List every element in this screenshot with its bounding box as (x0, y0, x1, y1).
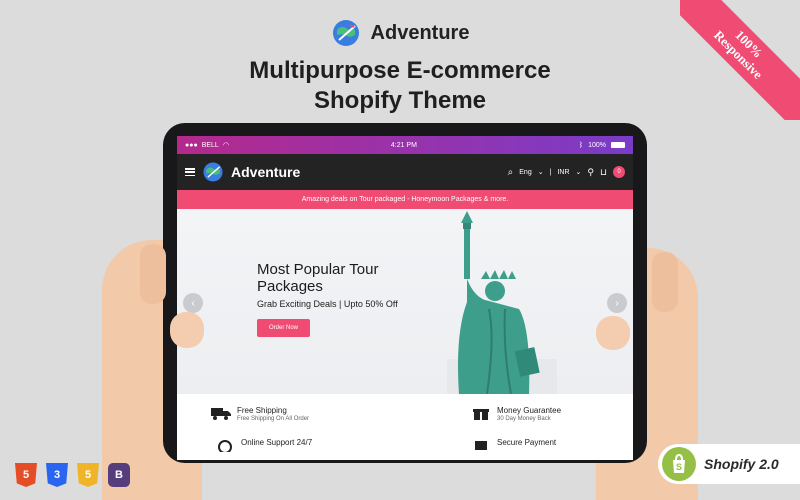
feature-subtitle: Free Shipping On All Order (237, 416, 310, 422)
signal-icon: ●●● (185, 141, 198, 149)
search-icon[interactable]: ⌕ (508, 167, 514, 178)
carousel-prev-button[interactable]: ‹ (183, 293, 203, 313)
carrier-label: BELL (201, 141, 219, 149)
ribbon-text: 100% Responsive (680, 0, 800, 120)
language-select[interactable]: Eng (519, 169, 531, 176)
globe-logo-icon (332, 20, 359, 46)
divider: | (549, 168, 552, 176)
status-bar: ●●● BELL ◠ 4:21 PM ᛒ 100% (177, 136, 633, 154)
truck-icon (211, 408, 231, 420)
tablet-device: ●●● BELL ◠ 4:21 PM ᛒ 100% Adventure ⌕ En… (163, 123, 647, 463)
html5-icon: 5 (15, 463, 37, 487)
hero-title: Most Popular Tour Packages (257, 261, 379, 295)
feature-title: Secure Payment (497, 438, 557, 447)
cart-count-badge: 0 (613, 166, 625, 178)
chevron-down-icon: ⌄ (537, 169, 544, 176)
nav-globe-logo-icon[interactable] (202, 161, 224, 183)
ribbon-line-2: Responsive (711, 27, 766, 82)
left-thumb (170, 312, 204, 348)
statue-of-liberty-image (447, 211, 557, 394)
left-finger (140, 244, 166, 304)
svg-text:S: S (676, 462, 682, 472)
menu-icon[interactable] (185, 168, 195, 176)
chevron-down-icon: ⌄ (575, 169, 582, 176)
site-navbar: Adventure ⌕ Eng ⌄ | INR ⌄ ⚲ ⊔ 0 (177, 154, 633, 190)
status-time: 4:21 PM (390, 141, 417, 149)
user-icon[interactable]: ⚲ (587, 167, 594, 178)
brand-name: Adventure (370, 21, 470, 44)
nav-brand-name[interactable]: Adventure (231, 164, 300, 180)
currency-select[interactable]: INR (557, 169, 569, 176)
gift-icon (473, 407, 489, 420)
battery-icon (610, 142, 625, 148)
feature-title: Money Guarantee (497, 406, 562, 415)
shopify-badge: S Shopify 2.0 (658, 444, 800, 484)
tech-badges: 5 3 5 B (15, 463, 130, 487)
bluetooth-icon: ᛒ (578, 141, 584, 149)
feature-free-shipping: Free Shipping Free Shipping On All Order (211, 406, 309, 422)
tablet-screen: ●●● BELL ◠ 4:21 PM ᛒ 100% Adventure ⌕ En… (177, 136, 633, 460)
shopify-label: Shopify 2.0 (704, 456, 779, 472)
battery-label: 100% (588, 141, 606, 149)
responsive-ribbon: 100% Responsive (680, 0, 800, 120)
wifi-icon: ◠ (222, 142, 229, 149)
shopify-bag-icon: S (662, 447, 696, 481)
right-finger (652, 252, 678, 312)
feature-secure-payment: Secure Payment (471, 438, 556, 452)
hero-banner: ‹ Most Popular Tour Packages Grab Exciti… (177, 209, 633, 394)
feature-online-support: Online Support 24/7 (215, 438, 312, 452)
promo-bar: Amazing deals on Tour packaged - Honeymo… (177, 190, 633, 209)
headset-icon (218, 440, 232, 452)
cart-icon[interactable]: ⊔ (600, 167, 607, 178)
promo-text: Amazing deals on Tour packaged - Honeymo… (301, 196, 509, 203)
hero-content: Most Popular Tour Packages Grab Exciting… (257, 261, 417, 337)
feature-money-guarantee: Money Guarantee 30 Day Money Back (471, 406, 561, 422)
feature-subtitle: 30 Day Money Back (497, 416, 551, 422)
order-now-button[interactable]: Order Now (257, 319, 311, 337)
css3-icon: 3 (46, 463, 68, 487)
javascript-icon: 5 (77, 463, 99, 487)
carousel-next-button[interactable]: › (607, 293, 627, 313)
right-thumb (596, 316, 630, 350)
bootstrap-icon: B (108, 463, 130, 487)
feature-title: Online Support 24/7 (241, 438, 313, 447)
hero-subtitle: Grab Exciting Deals | Upto 50% Off (257, 299, 398, 309)
card-icon (475, 441, 487, 450)
features-strip: Free Shipping Free Shipping On All Order… (177, 394, 633, 460)
feature-title: Free Shipping (237, 406, 287, 415)
